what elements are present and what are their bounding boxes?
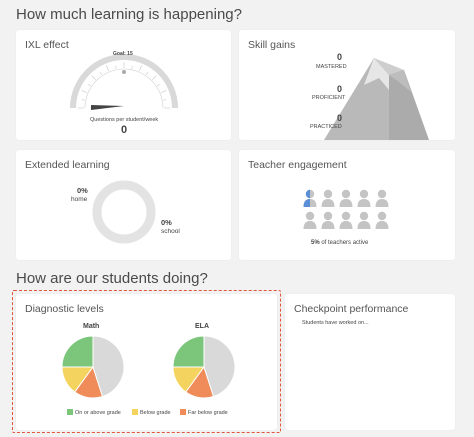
pie-slice-ela-0 <box>172 335 205 368</box>
legend-label: Below grade <box>140 410 171 416</box>
legend-label: Far below grade <box>188 410 228 416</box>
card-title: Checkpoint performance <box>294 303 409 315</box>
pie-slice-math-0 <box>61 335 94 368</box>
checkpoint-performance-card[interactable]: Checkpoint performance Students have wor… <box>285 294 455 430</box>
legend-item-far-below-grade: Far below grade <box>180 409 228 416</box>
legend-swatch <box>132 409 138 415</box>
legend-swatch <box>67 409 73 415</box>
legend-item-on-grade: On or above grade <box>67 409 121 416</box>
checkpoint-subtitle: Students have worked on... <box>302 320 369 326</box>
legend-item-below-grade: Below grade <box>132 409 171 416</box>
legend-swatch <box>180 409 186 415</box>
legend-label: On or above grade <box>75 410 121 416</box>
